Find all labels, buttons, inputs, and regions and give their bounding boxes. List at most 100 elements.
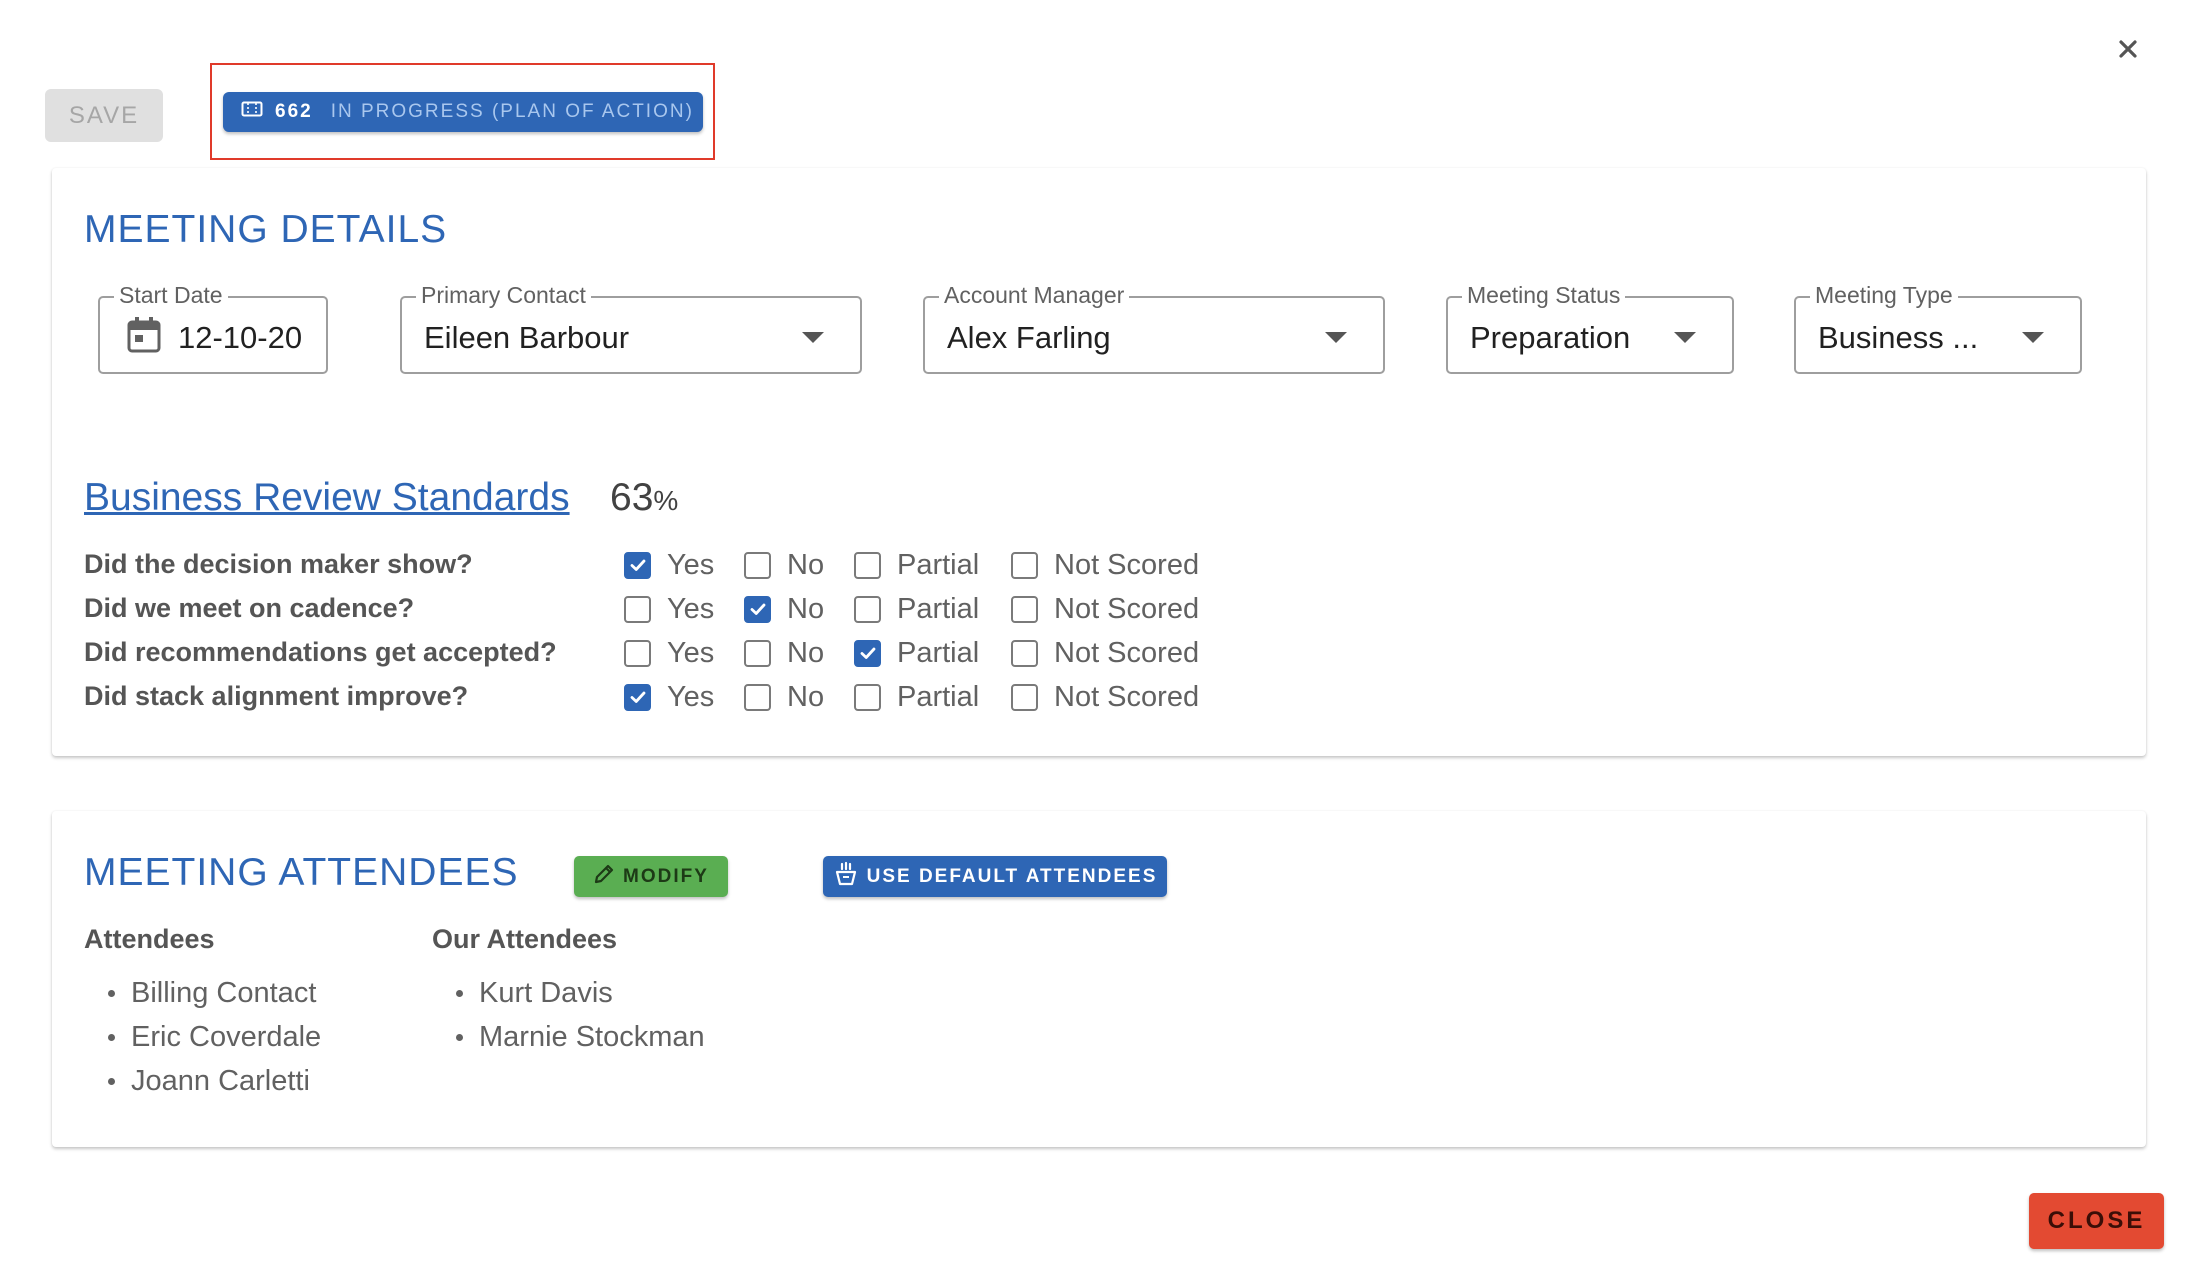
close-button[interactable]: CLOSE: [2029, 1193, 2164, 1249]
bullet-icon: [108, 1033, 115, 1041]
checkbox-unchecked[interactable]: [854, 551, 881, 579]
account-manager-value: Alex Farling: [947, 320, 1111, 355]
bullet-icon: [456, 989, 463, 997]
start-date-value: 12-10-20: [178, 320, 303, 355]
option-label: Not Scored: [1054, 636, 1200, 669]
attendee-item: Kurt Davis: [432, 971, 705, 1015]
close-dialog-icon[interactable]: [2113, 34, 2143, 64]
ticket-icon: [241, 101, 263, 123]
question-text: Did recommendations get accepted?: [84, 637, 557, 667]
meeting-status-select[interactable]: Meeting Status Preparation: [1446, 282, 1734, 374]
start-date-label: Start Date: [114, 282, 228, 309]
start-date-field[interactable]: Start Date 12-10-20: [98, 282, 328, 374]
option-not-scored[interactable]: Not Scored: [1011, 677, 1199, 717]
check-icon: [750, 603, 765, 615]
checkbox-checked[interactable]: [624, 683, 651, 711]
checkbox-unchecked[interactable]: [854, 595, 881, 623]
status-label: IN PROGRESS (PLAN OF ACTION): [330, 101, 694, 122]
account-manager-select[interactable]: Account Manager Alex Farling: [923, 282, 1385, 374]
meeting-details-title: MEETING DETAILS: [84, 208, 448, 251]
option-not-scored[interactable]: Not Scored: [1011, 545, 1199, 585]
attendee-name: Kurt Davis: [479, 976, 613, 1009]
checkbox-unchecked[interactable]: [744, 551, 771, 579]
option-label: Partial: [897, 548, 980, 581]
option-yes[interactable]: Yes: [624, 545, 714, 585]
attendee-name: Billing Contact: [131, 976, 317, 1009]
check-icon: [860, 647, 875, 659]
status-number: 662: [275, 101, 313, 122]
option-partial[interactable]: Partial: [854, 677, 979, 717]
checkbox-unchecked[interactable]: [1011, 551, 1038, 579]
option-not-scored[interactable]: Not Scored: [1011, 633, 1199, 673]
business-review-standards-link[interactable]: Business Review Standards: [84, 476, 570, 520]
option-yes[interactable]: Yes: [624, 633, 714, 673]
chevron-down-icon: [1325, 332, 1347, 343]
option-label: Not Scored: [1054, 548, 1200, 581]
option-no[interactable]: No: [744, 545, 824, 585]
primary-contact-value: Eileen Barbour: [424, 320, 630, 355]
default-attendees-label: USE DEFAULT ATTENDEES: [866, 865, 1158, 887]
meeting-type-label: Meeting Type: [1810, 282, 1958, 309]
checkbox-unchecked[interactable]: [744, 683, 771, 711]
bullet-icon: [456, 1033, 463, 1041]
option-label: Not Scored: [1054, 680, 1200, 713]
checkbox-unchecked[interactable]: [624, 639, 651, 667]
checkbox-unchecked[interactable]: [1011, 683, 1038, 711]
pencil-icon: [593, 863, 623, 891]
meeting-type-select[interactable]: Meeting Type Business ...: [1794, 282, 2082, 374]
status-chip[interactable]: 662 IN PROGRESS (PLAN OF ACTION): [223, 92, 703, 132]
attendees-heading: Attendees: [84, 924, 215, 954]
standards-question-row: Did stack alignment improve? Yes No Partial…: [84, 677, 1199, 717]
option-label: Partial: [897, 636, 980, 669]
attendee-item: Joann Carletti: [84, 1059, 321, 1103]
option-label: No: [787, 548, 825, 581]
standards-question-row: Did we meet on cadence? Yes No Partial Not S…: [84, 589, 1199, 629]
option-partial[interactable]: Partial: [854, 633, 979, 673]
option-not-scored[interactable]: Not Scored: [1011, 589, 1199, 629]
check-icon: [630, 559, 645, 571]
option-label: Yes: [667, 680, 715, 713]
checkbox-checked[interactable]: [624, 551, 651, 579]
option-yes[interactable]: Yes: [624, 589, 714, 629]
calendar-icon[interactable]: [126, 316, 162, 359]
meeting-status-label: Meeting Status: [1462, 282, 1626, 309]
chevron-down-icon: [2022, 332, 2044, 343]
checkbox-checked[interactable]: [854, 639, 881, 667]
option-label: Not Scored: [1054, 592, 1200, 625]
checkbox-unchecked[interactable]: [854, 683, 881, 711]
option-partial[interactable]: Partial: [854, 545, 979, 585]
option-no[interactable]: No: [744, 677, 824, 717]
chevron-down-icon: [1674, 332, 1696, 343]
modify-label: MODIFY: [623, 865, 709, 887]
attendee-name: Marnie Stockman: [479, 1020, 705, 1053]
question-text: Did the decision maker show?: [84, 549, 473, 579]
option-yes[interactable]: Yes: [624, 677, 714, 717]
attendee-item: Eric Coverdale: [84, 1015, 321, 1059]
option-label: No: [787, 636, 825, 669]
meeting-details-card: MEETING DETAILS Start Date 12-10-20 Prim…: [52, 168, 2146, 756]
save-button[interactable]: SAVE: [45, 89, 163, 142]
meeting-type-value: Business ...: [1818, 320, 1979, 355]
checkbox-unchecked[interactable]: [1011, 639, 1038, 667]
meeting-attendees-card: MEETING ATTENDEES MODIFY USE DEFAULT ATT…: [52, 811, 2146, 1147]
checkbox-unchecked[interactable]: [624, 595, 651, 623]
checkbox-unchecked[interactable]: [744, 639, 771, 667]
attendee-name: Eric Coverdale: [131, 1020, 322, 1053]
option-partial[interactable]: Partial: [854, 589, 979, 629]
check-icon: [630, 691, 645, 703]
option-label: Yes: [667, 636, 715, 669]
account-manager-label: Account Manager: [939, 282, 1130, 309]
use-default-attendees-button[interactable]: USE DEFAULT ATTENDEES: [823, 856, 1167, 897]
standards-score: 63%: [610, 476, 679, 519]
question-text: Did stack alignment improve?: [84, 681, 469, 711]
checkbox-unchecked[interactable]: [1011, 595, 1038, 623]
chevron-down-icon: [802, 332, 824, 343]
option-no[interactable]: No: [744, 589, 824, 629]
checkbox-checked[interactable]: [744, 595, 771, 623]
option-label: Partial: [897, 592, 980, 625]
option-label: No: [787, 680, 825, 713]
primary-contact-select[interactable]: Primary Contact Eileen Barbour: [400, 282, 862, 374]
standards-question-row: Did the decision maker show? Yes No Partial…: [84, 545, 1199, 585]
modify-attendees-button[interactable]: MODIFY: [574, 856, 728, 897]
option-no[interactable]: No: [744, 633, 824, 673]
